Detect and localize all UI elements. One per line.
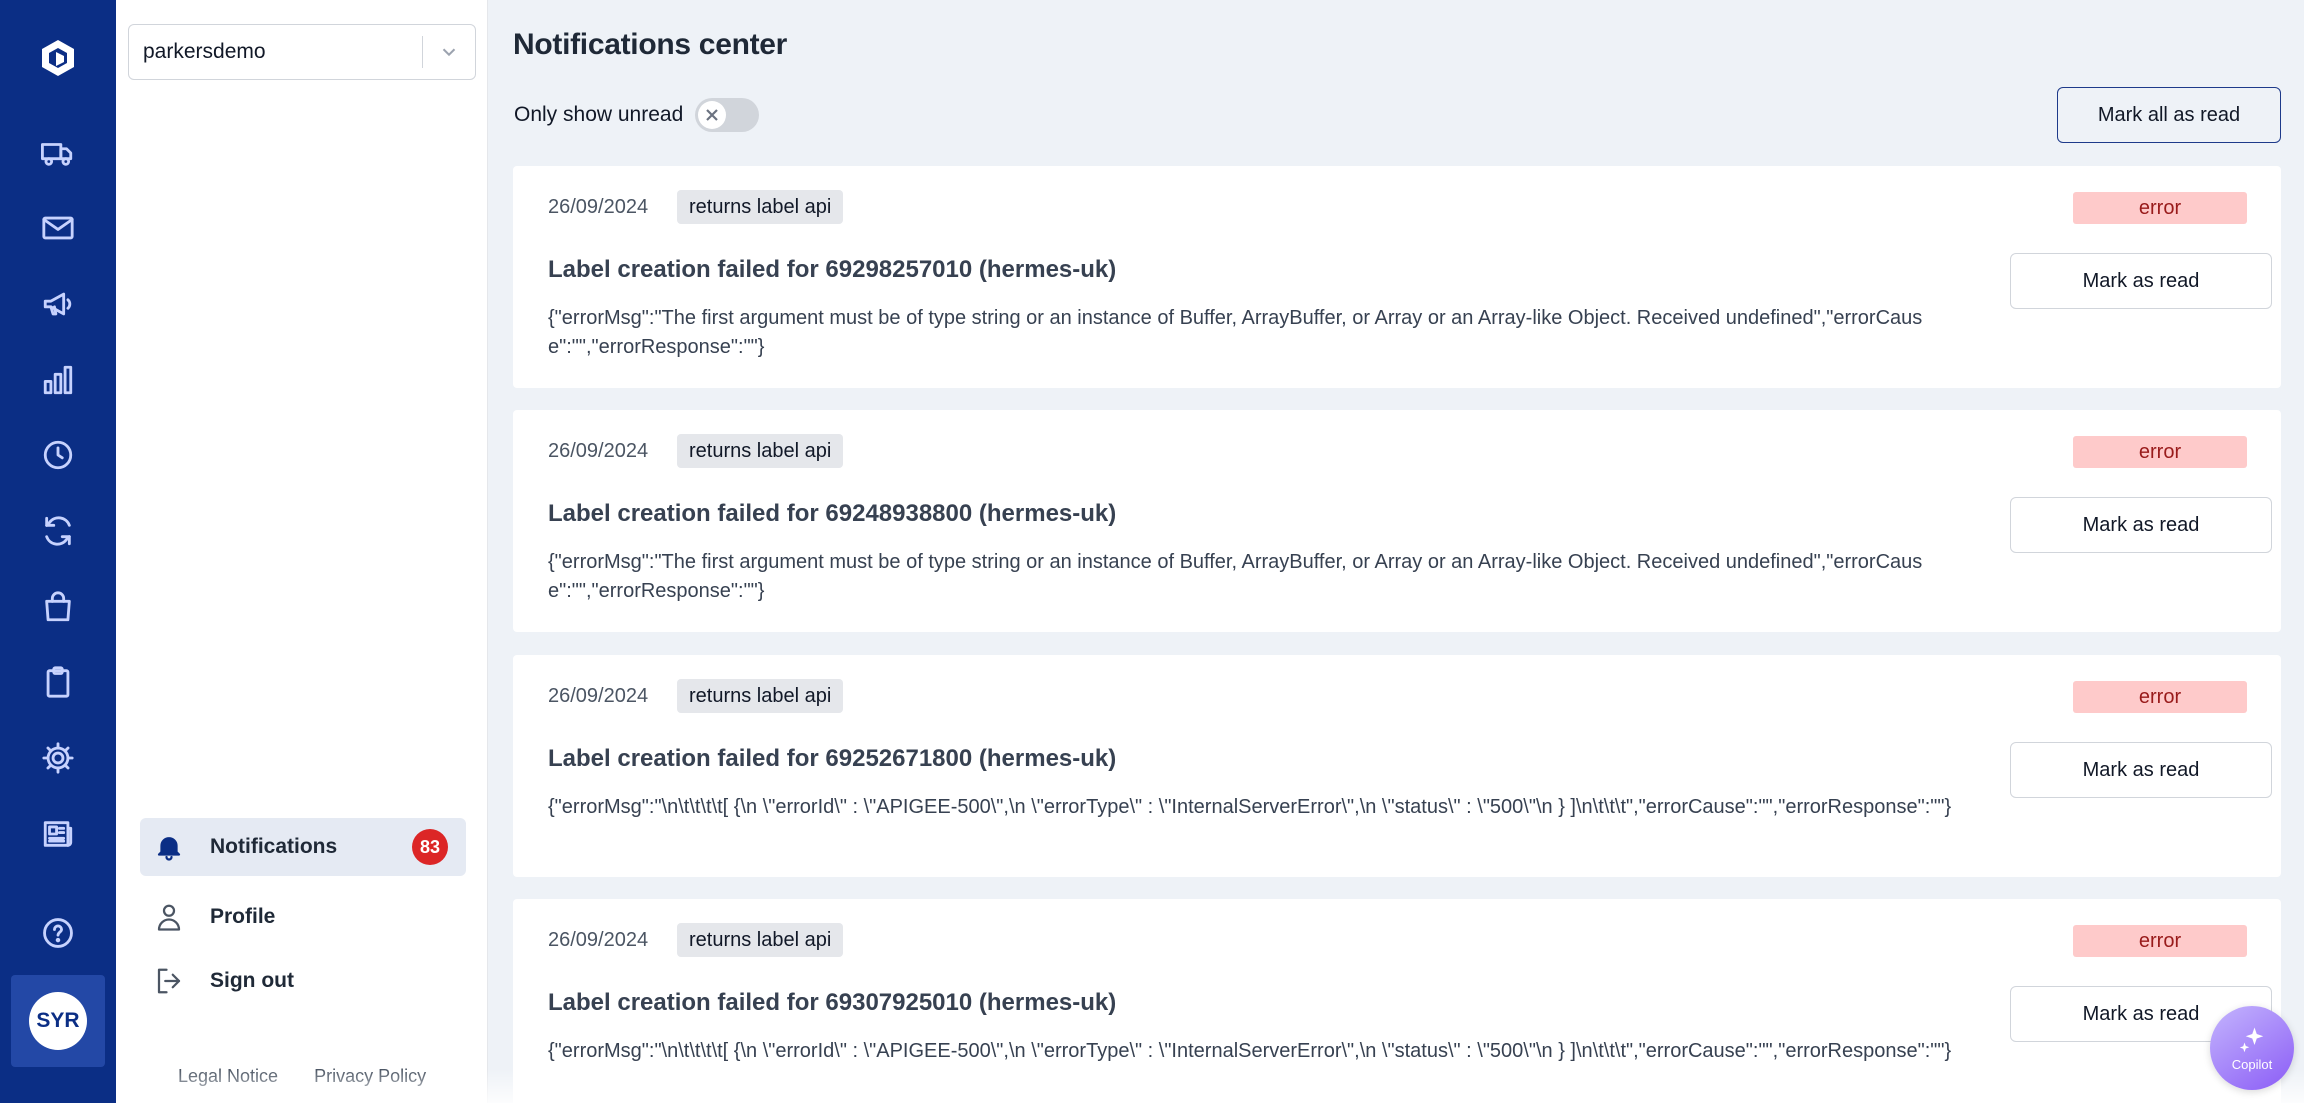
mark-as-read-button[interactable]: Mark as read [2010,742,2272,798]
only-unread-toggle[interactable] [695,98,760,132]
notification-card: 26/09/2024 returns label api error Label… [513,166,2281,388]
sign-out-icon [157,968,181,994]
legal-notice-link[interactable]: Legal Notice [178,1066,278,1087]
clipboard-icon[interactable] [36,660,80,704]
notification-tag: returns label api [677,190,844,224]
mark-as-read-button[interactable]: Mark as read [2010,497,2272,553]
notification-message: {"errorMsg":"\n\t\t\t\t[ {\n \"errorId\"… [548,1040,1952,1062]
sidebar-item-profile[interactable]: Profile [140,888,466,946]
sidebar-item-label: Sign out [210,969,294,992]
mark-as-read-button[interactable]: Mark as read [2010,253,2272,309]
gear-icon[interactable] [36,736,80,780]
chevron-down-icon[interactable] [423,41,475,63]
organization-select[interactable]: parkersdemo [128,24,476,80]
mail-icon[interactable] [36,206,80,250]
status-badge: error [2073,925,2247,957]
shopping-bag-icon[interactable] [36,585,80,629]
close-icon [706,109,719,121]
notification-card: 26/09/2024 returns label api error Label… [513,899,2281,1103]
notification-title: Label creation failed for 69252671800 (h… [548,745,1117,772]
notification-tag: returns label api [677,434,844,468]
copilot-button[interactable]: Copilot [2210,1006,2294,1090]
notification-card: 26/09/2024 returns label api error Label… [513,655,2281,877]
notification-title: Label creation failed for 69298257010 (h… [548,256,1117,283]
secondary-sidebar: parkersdemo Notifications 83 Profile Sig… [116,0,488,1103]
bell-icon [157,837,181,861]
notification-title: Label creation failed for 69248938800 (h… [548,500,1117,527]
bar-chart-icon[interactable] [36,358,80,402]
only-unread-label: Only show unread [514,103,684,126]
page-title: Notifications center [513,28,788,61]
notification-date: 26/09/2024 [548,440,649,462]
organization-select-value: parkersdemo [143,40,266,63]
newspaper-icon[interactable] [36,812,80,856]
app-logo-icon[interactable] [36,36,80,80]
notification-date: 26/09/2024 [548,196,649,218]
app-root: SYR parkersdemo Notifications 83 Profile… [0,0,2304,1103]
status-badge: error [2073,192,2247,224]
user-menu[interactable]: SYR [11,975,105,1067]
notification-title: Label creation failed for 69307925010 (h… [548,989,1117,1016]
toggle-knob [698,101,727,129]
sparkle-icon [2239,1027,2264,1052]
refresh-icon[interactable] [36,509,80,553]
copilot-label: Copilot [2231,1056,2273,1072]
main-content: Notifications center Only show unread Ma… [488,0,2304,1103]
notification-date: 26/09/2024 [548,685,649,707]
notification-message: {"errorMsg":"\n\t\t\t\t[ {\n \"errorId\"… [548,796,1952,818]
sidebar-item-notifications[interactable]: Notifications 83 [140,818,466,876]
sidebar-item-label: Profile [210,905,276,928]
unread-filter: Only show unread [514,98,760,132]
sidebar-item-sign-out[interactable]: Sign out [140,952,466,1010]
avatar: SYR [29,992,87,1050]
notification-tag: returns label api [677,923,844,957]
notification-message: {"errorMsg":"The first argument must be … [548,307,1923,358]
help-icon[interactable] [36,911,80,955]
status-badge: error [2073,436,2247,468]
notification-tag: returns label api [677,679,844,713]
mark-all-as-read-button[interactable]: Mark all as read [2057,87,2281,143]
notification-card: 26/09/2024 returns label api error Label… [513,410,2281,632]
icon-rail: SYR [0,0,116,1103]
notification-message: {"errorMsg":"The first argument must be … [548,551,1923,602]
footer-links: Legal Notice Privacy Policy [178,1066,426,1087]
notification-date: 26/09/2024 [548,929,649,951]
notifications-count-badge: 83 [412,829,448,865]
user-icon [157,904,181,931]
sidebar-item-label: Notifications [210,835,338,858]
privacy-policy-link[interactable]: Privacy Policy [314,1066,426,1087]
megaphone-icon[interactable] [36,282,80,326]
clock-icon[interactable] [36,433,80,477]
truck-icon[interactable] [36,131,80,175]
status-badge: error [2073,681,2247,713]
